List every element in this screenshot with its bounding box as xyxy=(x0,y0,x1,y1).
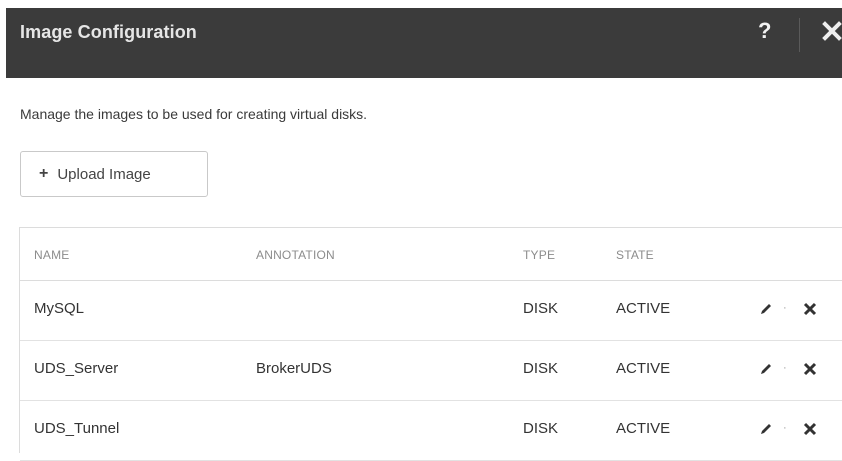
column-header-name[interactable]: NAME xyxy=(34,248,69,262)
image-state: ACTIVE xyxy=(616,360,671,377)
column-header-type[interactable]: TYPE xyxy=(523,248,555,262)
image-type: DISK xyxy=(523,420,559,437)
upload-image-label: Upload Image xyxy=(57,165,151,183)
image-name: UDS_Tunnel xyxy=(34,420,120,437)
upload-image-button[interactable]: + Upload Image xyxy=(20,151,208,197)
pencil-icon[interactable] xyxy=(758,301,774,317)
action-separator: · xyxy=(783,362,787,374)
row-actions: · xyxy=(758,420,828,440)
action-separator: · xyxy=(783,302,787,314)
image-name: UDS_Server xyxy=(34,360,119,377)
column-header-annotation[interactable]: ANNOTATION xyxy=(256,248,335,262)
image-state: ACTIVE xyxy=(616,300,671,317)
delete-x-icon[interactable] xyxy=(802,361,818,377)
delete-x-icon[interactable] xyxy=(802,301,818,317)
table-row[interactable]: MySQL DISK ACTIVE · xyxy=(20,280,842,341)
action-separator: · xyxy=(783,422,787,434)
close-icon[interactable] xyxy=(821,18,842,44)
pencil-icon[interactable] xyxy=(758,361,774,377)
table-header: NAME ANNOTATION TYPE STATE xyxy=(20,228,842,281)
image-type: DISK xyxy=(523,300,559,317)
row-actions: · xyxy=(758,360,828,380)
dialog-header: Image Configuration ? xyxy=(6,8,842,78)
image-type: DISK xyxy=(523,360,559,377)
image-state: ACTIVE xyxy=(616,420,671,437)
row-actions: · xyxy=(758,300,828,320)
dialog-title: Image Configuration xyxy=(20,22,197,42)
images-table: NAME ANNOTATION TYPE STATE MySQL DISK AC… xyxy=(19,227,842,461)
table-row[interactable]: UDS_Server BrokerUDS DISK ACTIVE · xyxy=(20,340,842,401)
delete-x-icon[interactable] xyxy=(802,421,818,437)
dialog-description: Manage the images to be used for creatin… xyxy=(20,106,368,122)
plus-icon: + xyxy=(39,165,49,182)
table-row[interactable]: UDS_Tunnel DISK ACTIVE · xyxy=(20,400,842,461)
header-divider xyxy=(799,18,800,52)
help-icon[interactable]: ? xyxy=(758,18,771,44)
pencil-icon[interactable] xyxy=(758,421,774,437)
image-annotation: BrokerUDS xyxy=(256,360,332,377)
column-header-state[interactable]: STATE xyxy=(616,248,654,262)
image-name: MySQL xyxy=(34,300,85,317)
